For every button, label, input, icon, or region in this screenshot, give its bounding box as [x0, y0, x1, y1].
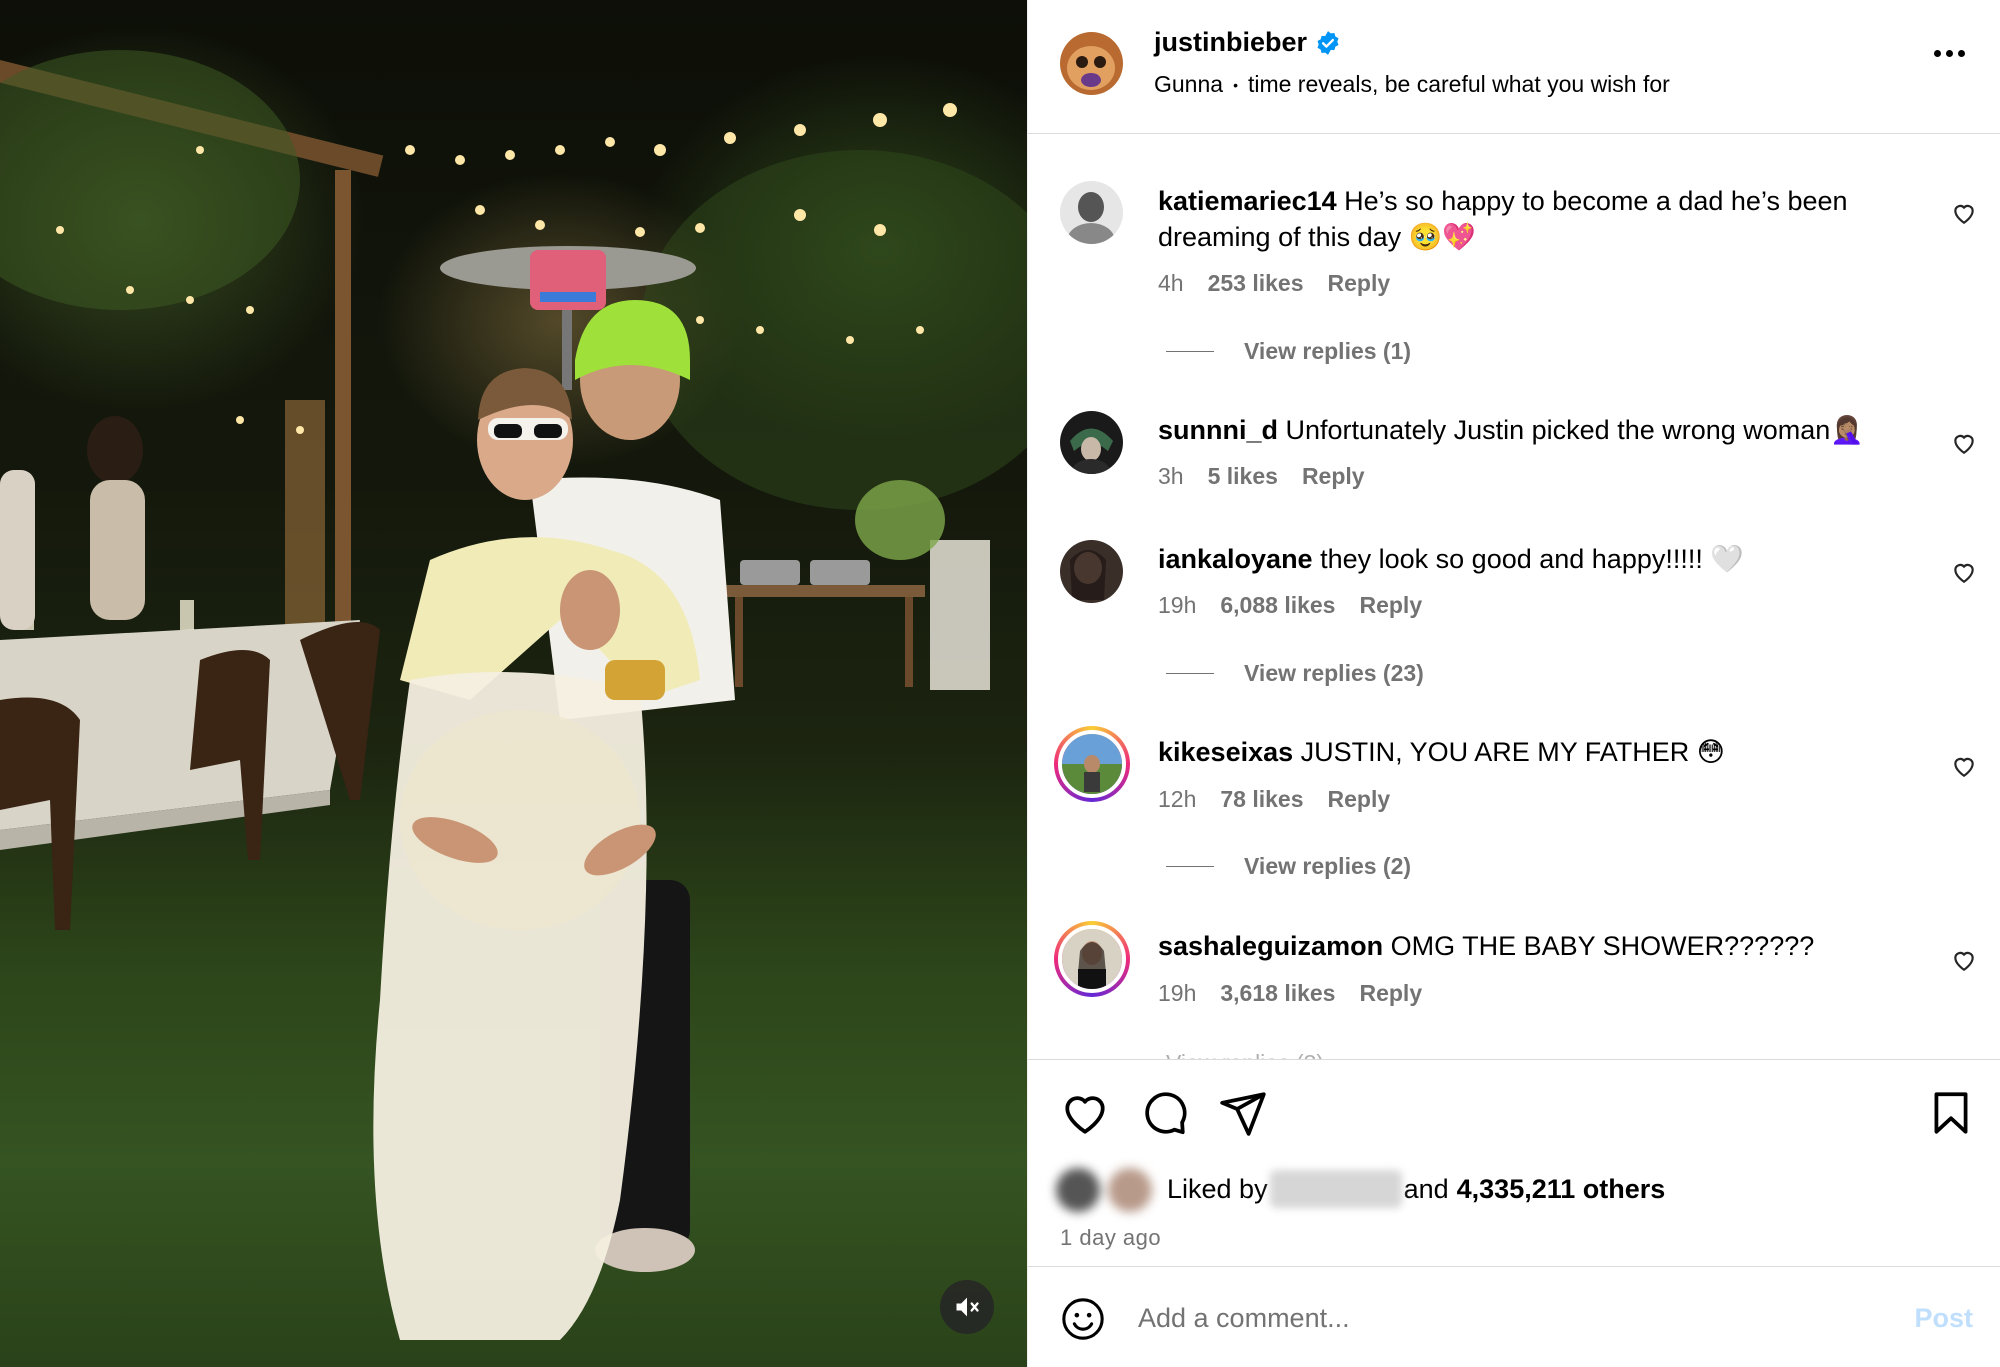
- comment-reply-button[interactable]: Reply: [1328, 270, 1391, 297]
- comment-likes[interactable]: 5 likes: [1208, 463, 1278, 490]
- video-frame: [0, 50, 1027, 1340]
- commenter-avatar[interactable]: [1060, 411, 1123, 474]
- comment-time[interactable]: 19h: [1158, 980, 1196, 1007]
- comment-likes[interactable]: 253 likes: [1208, 270, 1304, 297]
- comment-username[interactable]: kikeseixas: [1158, 737, 1293, 767]
- replies-divider-line: [1166, 673, 1214, 674]
- emoji-smiley-icon[interactable]: [1060, 1296, 1106, 1342]
- post-media-video[interactable]: [0, 0, 1027, 1367]
- comment-likes[interactable]: 3,618 likes: [1220, 980, 1335, 1007]
- comment-body: OMG THE BABY SHOWER??????: [1390, 931, 1815, 961]
- view-replies-label[interactable]: View replies (1): [1244, 338, 1411, 365]
- view-replies-button[interactable]: View replies (2): [1166, 853, 1411, 880]
- comment-time[interactable]: 4h: [1158, 270, 1184, 297]
- comments-list[interactable]: katiemariec14 He’s so happy to become a …: [1028, 134, 2000, 1059]
- audio-artist[interactable]: Gunna: [1154, 71, 1223, 98]
- view-replies-button[interactable]: View replies (23): [1166, 660, 1424, 687]
- author-username-text[interactable]: justinbieber: [1154, 27, 1307, 58]
- heart-icon[interactable]: [1060, 1088, 1110, 1138]
- view-replies-label[interactable]: View replies (3): [1166, 1050, 1324, 1059]
- comment-like-heart-icon[interactable]: [1951, 753, 1977, 779]
- commenter-avatar-story-ring[interactable]: [1054, 726, 1130, 802]
- author-username[interactable]: justinbieber: [1154, 27, 1341, 58]
- mute-toggle-button[interactable]: [940, 1280, 994, 1334]
- commenter-avatar[interactable]: [1060, 181, 1123, 244]
- comment-username[interactable]: katiemariec14: [1158, 186, 1337, 216]
- comment-username[interactable]: sunnni_d: [1158, 415, 1278, 445]
- comment-like-heart-icon[interactable]: [1951, 430, 1977, 456]
- comment-meta: 19h 6,088 likes Reply: [1158, 592, 1422, 619]
- post-comment-button[interactable]: Post: [1914, 1303, 1973, 1334]
- commenter-avatar-story-ring[interactable]: [1054, 921, 1130, 997]
- comment-like-heart-icon[interactable]: [1951, 200, 1977, 226]
- replies-divider-line: [1166, 866, 1214, 867]
- bookmark-icon[interactable]: [1926, 1088, 1976, 1138]
- view-replies-label[interactable]: View replies (2): [1244, 853, 1411, 880]
- audio-track[interactable]: time reveals, be careful what you wish f…: [1248, 71, 1670, 98]
- comment-time[interactable]: 19h: [1158, 592, 1196, 619]
- comment-username[interactable]: iankaloyane: [1158, 544, 1313, 574]
- add-comment-input[interactable]: [1138, 1293, 1838, 1343]
- liker-name-blurred[interactable]: [1269, 1170, 1402, 1208]
- comment-meta: 4h 253 likes Reply: [1158, 270, 1390, 297]
- liked-by-summary[interactable]: Liked by and 4,335,211 others: [1052, 1164, 1665, 1214]
- likes-count[interactable]: 4,335,211 others: [1457, 1174, 1666, 1205]
- comment-meta: 12h 78 likes Reply: [1158, 786, 1390, 813]
- post-side-panel: justinbieber Gunna • time reveals, be ca…: [1027, 0, 2000, 1367]
- speaker-muted-icon: [956, 1297, 979, 1317]
- comment-meta: 3h 5 likes Reply: [1158, 463, 1365, 490]
- view-replies-button[interactable]: View replies (1): [1166, 338, 1411, 365]
- comment-reply-button[interactable]: Reply: [1302, 463, 1365, 490]
- more-options-icon[interactable]: [1934, 50, 1965, 57]
- comment-text: sashaleguizamon OMG THE BABY SHOWER?????…: [1158, 928, 1918, 964]
- comment-time[interactable]: 12h: [1158, 786, 1196, 813]
- comment-like-heart-icon[interactable]: [1951, 559, 1977, 585]
- view-replies-label[interactable]: View replies (23): [1244, 660, 1424, 687]
- paper-plane-icon[interactable]: [1218, 1088, 1268, 1138]
- comment-bubble-icon[interactable]: [1139, 1088, 1189, 1138]
- add-comment-bar: Post: [1028, 1266, 2000, 1367]
- separator-dot: •: [1233, 76, 1238, 93]
- post-actions-section: Liked by and 4,335,211 others 1 day ago: [1028, 1059, 2000, 1266]
- comment-likes[interactable]: 6,088 likes: [1220, 592, 1335, 619]
- comment-text: kikeseixas JUSTIN, YOU ARE MY FATHER 😳: [1158, 734, 1918, 770]
- post-timestamp[interactable]: 1 day ago: [1060, 1225, 1161, 1251]
- comment-text: sunnni_d Unfortunately Justin picked the…: [1158, 412, 1918, 448]
- liked-by-and: and: [1403, 1173, 1449, 1204]
- liker-avatars-blurred: [1052, 1164, 1167, 1214]
- comment-reply-button[interactable]: Reply: [1328, 786, 1391, 813]
- comment-likes[interactable]: 78 likes: [1220, 786, 1303, 813]
- replies-divider-line: [1166, 351, 1214, 352]
- liked-by-prefix: Liked by: [1167, 1173, 1268, 1204]
- verified-badge-icon: [1317, 30, 1339, 55]
- comment-text: iankaloyane they look so good and happy!…: [1158, 541, 1918, 577]
- post-header: justinbieber Gunna • time reveals, be ca…: [1028, 0, 2000, 134]
- comment-body: they look so good and happy!!!!! 🤍: [1320, 544, 1744, 574]
- comment-reply-button[interactable]: Reply: [1359, 980, 1422, 1007]
- author-avatar[interactable]: [1060, 32, 1123, 95]
- comment-like-heart-icon[interactable]: [1951, 947, 1977, 973]
- view-replies-partial[interactable]: View replies (3): [1166, 1050, 1324, 1059]
- commenter-avatar[interactable]: [1060, 540, 1123, 603]
- audio-attribution[interactable]: Gunna • time reveals, be careful what yo…: [1154, 71, 1670, 98]
- comment-reply-button[interactable]: Reply: [1359, 592, 1422, 619]
- comment-meta: 19h 3,618 likes Reply: [1158, 980, 1422, 1007]
- comment-body: Unfortunately Justin picked the wrong wo…: [1285, 415, 1864, 445]
- comment-username[interactable]: sashaleguizamon: [1158, 931, 1383, 961]
- comment-text: katiemariec14 He’s so happy to become a …: [1158, 183, 1918, 255]
- comment-body: JUSTIN, YOU ARE MY FATHER 😳: [1300, 737, 1725, 767]
- comment-time[interactable]: 3h: [1158, 463, 1184, 490]
